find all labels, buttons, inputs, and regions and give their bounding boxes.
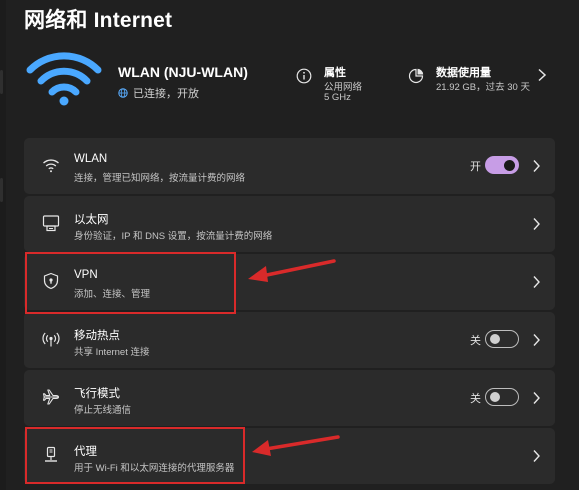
row-title: 以太网	[74, 214, 109, 226]
toggle-knob	[504, 159, 515, 171]
network-name: WLAN (NJU-WLAN)	[118, 64, 248, 80]
row-title: 代理	[74, 446, 97, 458]
data-usage-link[interactable]: 数据使用量 21.92 GB，过去 30 天	[408, 64, 548, 108]
nav-item-marker	[0, 70, 3, 94]
proxy-icon	[45, 446, 57, 462]
wifi-icon	[43, 159, 59, 173]
chevron-right-icon	[533, 218, 540, 230]
proxy-annotation-arrow	[252, 435, 340, 456]
nav-pane-edge	[0, 0, 6, 490]
network-band: 5 GHz	[324, 92, 351, 103]
connection-header[interactable]: WLAN (NJU-WLAN) 已连接，开放 属性 公用网络 5 GHz 数据使…	[24, 46, 559, 116]
row-title: VPN	[74, 269, 98, 281]
chevron-right-icon	[533, 160, 540, 172]
chevron-right-icon	[533, 276, 540, 288]
chevron-right-icon	[533, 334, 540, 346]
chevron-right-icon	[533, 450, 540, 462]
network-status: 已连接，开放	[118, 85, 199, 101]
page-title: 网络和 Internet	[24, 9, 173, 32]
shield-icon	[43, 272, 59, 290]
wlan-row[interactable]: WLAN 连接，管理已知网络，按流量计费的网络 开	[24, 138, 555, 194]
network-status-text: 已连接，开放	[133, 88, 199, 100]
row-title: WLAN	[74, 153, 108, 165]
chevron-right-icon	[533, 392, 540, 404]
mobile-hotspot-toggle[interactable]	[485, 330, 519, 348]
chevron-right-icon	[538, 68, 547, 82]
row-title: 飞行模式	[74, 388, 120, 400]
airplane-mode-toggle[interactable]	[485, 388, 519, 406]
toggle-state-label: 关	[470, 335, 481, 347]
row-description: 停止无线通信	[74, 405, 132, 416]
row-description: 用于 Wi-Fi 和以太网连接的代理服务器	[74, 463, 235, 474]
row-description: 共享 Internet 连接	[74, 347, 150, 358]
toggle-state-label: 关	[470, 393, 481, 405]
wlan-toggle[interactable]	[485, 156, 519, 174]
airplane-icon	[42, 389, 60, 405]
airplane-mode-row[interactable]: 飞行模式 停止无线通信 关	[24, 370, 555, 426]
ethernet-icon	[42, 215, 60, 232]
row-description: 连接，管理已知网络，按流量计费的网络	[74, 173, 246, 184]
data-usage-title: 数据使用量	[436, 67, 491, 79]
info-icon	[296, 68, 312, 84]
data-usage-icon	[408, 68, 424, 84]
data-usage-value: 21.92 GB，过去 30 天	[436, 82, 530, 93]
properties-link[interactable]: 属性 公用网络 5 GHz	[296, 64, 396, 108]
row-description: 添加、连接、管理	[74, 289, 151, 300]
mobile-hotspot-row[interactable]: 移动热点 共享 Internet 连接 关	[24, 312, 555, 368]
toggle-state-label: 开	[470, 161, 481, 173]
vpn-annotation-arrow	[248, 259, 336, 282]
toggle-knob	[490, 334, 500, 344]
toggle-knob	[490, 392, 500, 402]
network-profile: 公用网络	[324, 82, 363, 93]
row-description: 身份验证，IP 和 DNS 设置，按流量计费的网络	[74, 231, 273, 242]
hotspot-icon	[42, 332, 60, 347]
nav-item-marker	[0, 178, 3, 202]
ethernet-row[interactable]: 以太网 身份验证，IP 和 DNS 设置，按流量计费的网络	[24, 196, 555, 252]
properties-title: 属性	[324, 67, 346, 79]
row-title: 移动热点	[74, 330, 120, 342]
globe-icon	[118, 88, 128, 98]
wifi-large-icon	[26, 52, 102, 106]
